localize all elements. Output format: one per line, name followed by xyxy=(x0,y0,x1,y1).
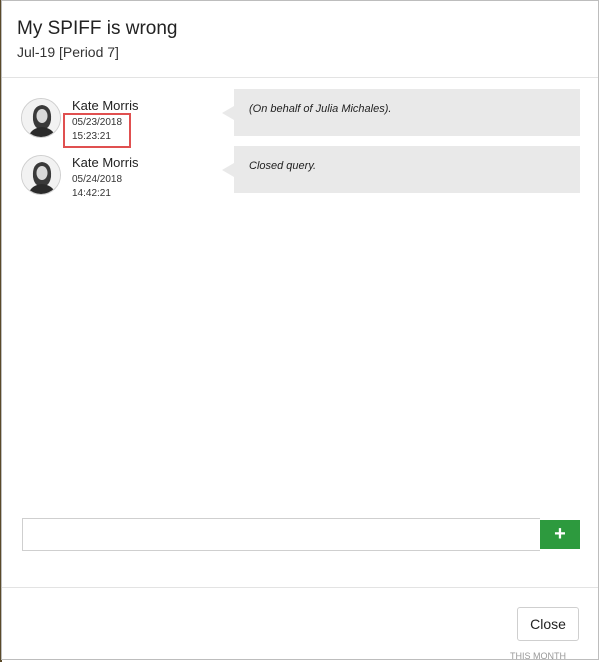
dialog-title: My SPIFF is wrong xyxy=(17,18,178,39)
message-author: Kate Morris xyxy=(72,155,139,170)
avatar xyxy=(21,98,61,138)
background-text-fragment: THIS MONTH xyxy=(510,651,566,661)
message-author: Kate Morris xyxy=(72,98,139,113)
query-dialog: My SPIFF is wrong Jul-19 [Period 7] Kate… xyxy=(1,0,599,660)
dialog-subtitle: Jul-19 [Period 7] xyxy=(17,44,119,60)
close-button[interactable]: Close xyxy=(517,607,579,641)
message-item: Kate Morris 05/23/2018 15:23:21 (On beha… xyxy=(2,89,598,148)
dialog-footer: Close xyxy=(2,587,598,662)
message-time: 14:42:21 xyxy=(72,188,111,199)
message-bubble: Closed query. xyxy=(222,146,580,193)
plus-icon: + xyxy=(554,523,566,545)
message-item: Kate Morris 05/24/2018 14:42:21 Closed q… xyxy=(2,146,598,205)
message-date: 05/24/2018 xyxy=(72,174,123,185)
timestamp-highlight-box xyxy=(63,113,131,148)
comment-composer: + xyxy=(22,518,580,551)
add-comment-button[interactable]: + xyxy=(540,520,580,549)
message-timestamp: 05/24/2018 14:42:21 xyxy=(72,173,122,201)
message-text: Closed query. xyxy=(249,160,317,172)
user-photo-icon xyxy=(22,156,60,194)
comment-input[interactable] xyxy=(22,518,540,551)
message-text: (On behalf of Julia Michales). xyxy=(249,103,392,115)
message-bubble: (On behalf of Julia Michales). xyxy=(222,89,580,136)
avatar xyxy=(21,155,61,195)
user-photo-icon xyxy=(22,99,60,137)
dialog-header: My SPIFF is wrong Jul-19 [Period 7] xyxy=(2,1,598,78)
